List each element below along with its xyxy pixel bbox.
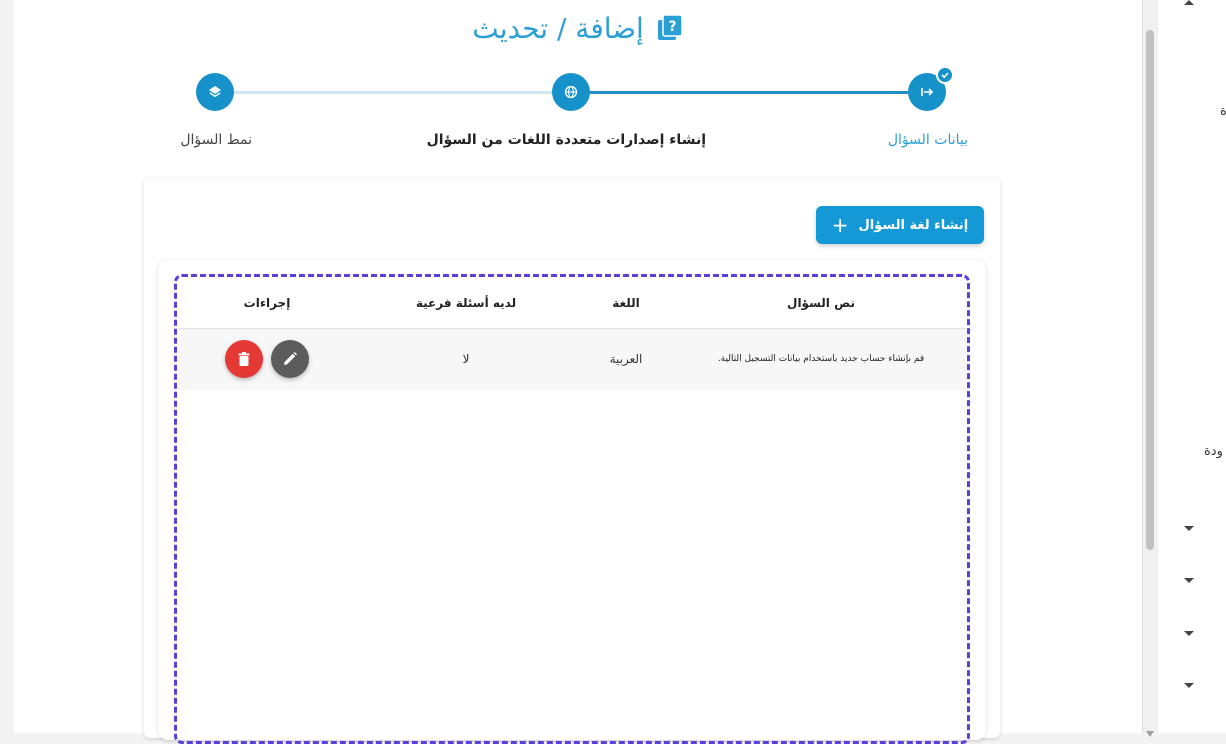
layers-icon — [209, 86, 221, 98]
globe-icon — [564, 85, 578, 99]
stepper-line-done — [586, 91, 942, 94]
add-question-language-button[interactable]: إنشاء لغة السؤال + — [816, 206, 984, 244]
caret-up-icon[interactable] — [1184, 0, 1194, 5]
edit-button[interactable] — [271, 340, 309, 379]
delete-button[interactable] — [225, 340, 263, 379]
languages-table: نص السؤال اللغة لديه أسئلة فرعية إجراءات… — [178, 278, 966, 390]
step-label-multilingual: إنشاء إصدارات متعددة اللغات من السؤال — [426, 132, 706, 148]
cell-actions — [178, 328, 356, 390]
add-question-language-label: إنشاء لغة السؤال — [858, 217, 969, 233]
caret-down-icon[interactable] — [1184, 631, 1194, 636]
languages-table-container: نص السؤال اللغة لديه أسئلة فرعية إجراءات… — [158, 260, 986, 744]
pencil-icon — [284, 352, 297, 366]
side-partial-label-2: ودة — [1204, 444, 1223, 459]
step-label-question-data: بيانات السؤال — [887, 132, 968, 148]
table-header-row: نص السؤال اللغة لديه أسئلة فرعية إجراءات — [178, 278, 966, 329]
scroll-down-icon[interactable] — [1146, 722, 1154, 737]
main-page: ? إضافة / تحديث بيانات السؤال إنشاء إصدا… — [14, 0, 1142, 744]
stepper: بيانات السؤال إنشاء إصدارات متعددة اللغا… — [14, 0, 1142, 170]
trash-icon — [238, 352, 250, 367]
caret-down-icon[interactable] — [1184, 526, 1194, 531]
table-row: قم بإنشاء حساب جديد باستخدام بيانات التس… — [178, 328, 966, 390]
caret-down-icon[interactable] — [1184, 578, 1194, 583]
column-actions: إجراءات — [178, 278, 356, 329]
step-label-question-style: نمط السؤال — [180, 132, 252, 148]
cell-question-text: قم بإنشاء حساب جديد باستخدام بيانات التس… — [676, 328, 966, 390]
arrow-into-box-icon — [921, 88, 934, 96]
cell-language: العربية — [576, 328, 676, 390]
caret-down-icon[interactable] — [1184, 683, 1194, 688]
side-partial-label-1: ة — [1220, 104, 1226, 119]
column-language: اللغة — [576, 278, 676, 329]
plus-icon: + — [831, 213, 849, 237]
step-question-style[interactable] — [196, 73, 234, 111]
column-question-text: نص السؤال — [676, 278, 966, 329]
row-actions — [178, 340, 356, 379]
column-has-sub-questions: لديه أسئلة فرعية — [356, 278, 576, 329]
step-multilingual-versions[interactable] — [552, 73, 590, 111]
languages-card: إنشاء لغة السؤال + نص السؤال اللغة لديه … — [144, 178, 1000, 744]
cell-has-sub-questions: لا — [356, 328, 576, 390]
scrollbar-thumb[interactable] — [1146, 30, 1154, 550]
stepper-line-pending — [230, 91, 586, 94]
step-complete-check-icon — [936, 66, 954, 84]
side-panel — [1158, 0, 1226, 733]
